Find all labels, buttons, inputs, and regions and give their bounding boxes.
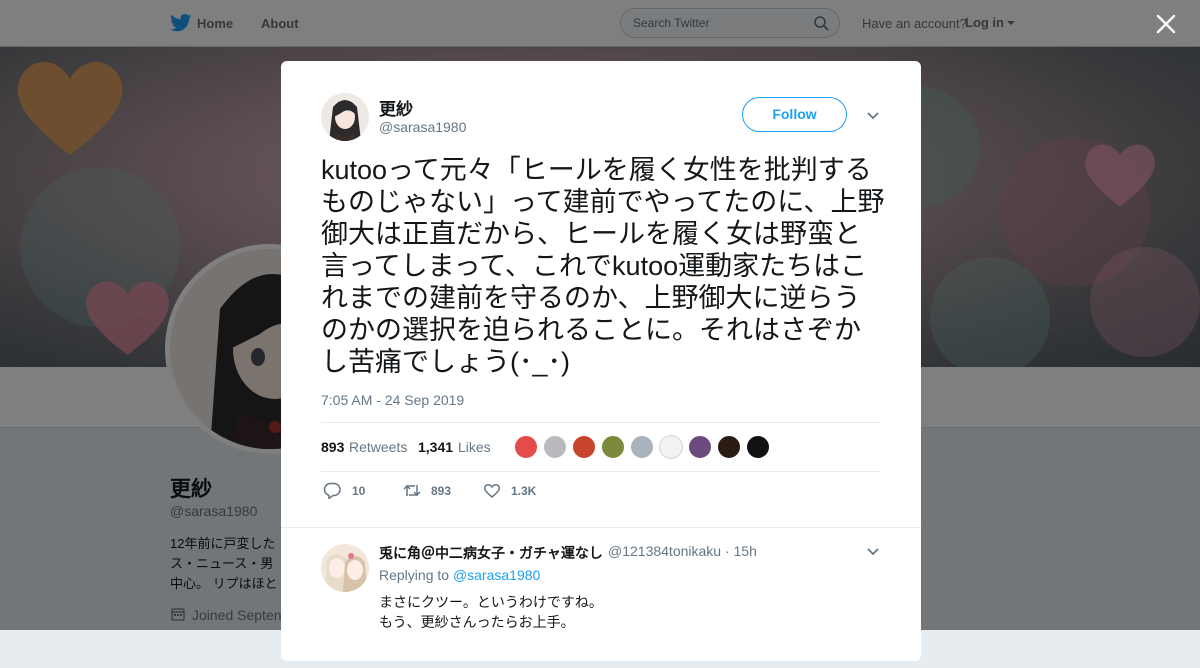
follow-button[interactable]: Follow <box>742 97 847 132</box>
retweets-label[interactable]: Retweets <box>349 439 407 455</box>
chevron-down-icon[interactable] <box>866 547 880 557</box>
like-count[interactable]: 1.3K <box>511 484 536 498</box>
author-avatar[interactable] <box>321 93 369 141</box>
liker-avatar[interactable] <box>572 435 596 459</box>
reply-tweet[interactable]: 兎に角＠中二病女子・ガチャ運なし @121384tonikaku · 15h R… <box>281 527 921 668</box>
chevron-down-icon[interactable] <box>866 111 880 121</box>
author-name[interactable]: 更紗 <box>379 95 413 120</box>
liker-avatar[interactable] <box>601 435 625 459</box>
liker-avatar[interactable] <box>717 435 741 459</box>
tweet-stats: 893 Retweets 1,341 Likes <box>321 422 881 472</box>
liker-avatar[interactable] <box>659 435 683 459</box>
tweet-permalink-modal: 更紗 @sarasa1980 Follow kutooって元々「ヒールを履く女性… <box>281 61 921 661</box>
liker-avatar[interactable] <box>630 435 654 459</box>
replying-to-link[interactable]: @sarasa1980 <box>453 567 540 583</box>
reply-text-line: もう、更紗さんったらお上手。 <box>379 614 575 630</box>
liker-avatar[interactable] <box>688 435 712 459</box>
reply-author-handle[interactable]: @121384tonikaku · 15h <box>608 543 757 559</box>
retweets-count[interactable]: 893 <box>321 439 344 455</box>
reply-icon[interactable] <box>323 482 341 499</box>
liker-avatar[interactable] <box>514 435 538 459</box>
close-icon[interactable] <box>1156 14 1176 34</box>
likes-count[interactable]: 1,341 <box>418 439 453 455</box>
tweet-timestamp[interactable]: 7:05 AM - 24 Sep 2019 <box>321 392 464 408</box>
replying-to: Replying to @sarasa1980 <box>379 567 540 583</box>
reply-count[interactable]: 10 <box>352 484 365 498</box>
reply-author-avatar[interactable] <box>321 544 369 592</box>
retweet-count[interactable]: 893 <box>431 484 451 498</box>
author-handle[interactable]: @sarasa1980 <box>379 119 466 135</box>
anime-girls-avatar-image <box>321 544 369 592</box>
reply-author-name[interactable]: 兎に角＠中二病女子・ガチャ運なし <box>379 543 603 563</box>
replying-prefix: Replying to <box>379 567 450 583</box>
tweet-actions: 10 893 1.3K <box>321 481 881 501</box>
tweet-text: kutooって元々「ヒールを履く女性を批判するものじゃない」って建前でやってたの… <box>321 155 885 377</box>
reply-text-line: まさにクツー。というわけですね。 <box>379 594 603 610</box>
heart-icon[interactable] <box>483 482 501 499</box>
likes-label[interactable]: Likes <box>458 439 491 455</box>
retweet-icon[interactable] <box>403 482 421 499</box>
anime-girl-avatar-image <box>321 93 369 141</box>
liker-avatar[interactable] <box>746 435 770 459</box>
liker-avatar[interactable] <box>543 435 567 459</box>
